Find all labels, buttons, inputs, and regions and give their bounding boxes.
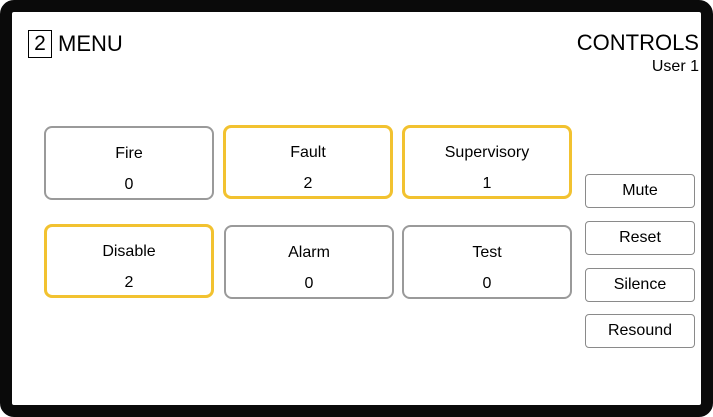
tile-disable[interactable]: Disable 2 xyxy=(44,224,214,298)
silence-button[interactable]: Silence xyxy=(585,268,695,302)
tile-label: Test xyxy=(472,244,502,261)
tile-count: 0 xyxy=(482,275,492,292)
tile-fire[interactable]: Fire 0 xyxy=(44,126,214,200)
tile-count: 2 xyxy=(303,175,313,192)
menu-number-button[interactable]: 2 xyxy=(28,30,52,58)
tile-label: Disable xyxy=(102,243,156,260)
tile-label: Fault xyxy=(290,144,326,161)
tile-count: 2 xyxy=(124,274,134,291)
menu-header: 2 MENU xyxy=(28,30,123,58)
tile-label: Fire xyxy=(115,145,143,162)
panel-bezel: 2 MENU CONTROLS User 1 Fire 0 Fault 2 Su… xyxy=(0,0,713,417)
tile-count: 0 xyxy=(124,176,134,193)
tile-count: 0 xyxy=(304,275,314,292)
tile-fault[interactable]: Fault 2 xyxy=(223,125,393,199)
user-label: User 1 xyxy=(651,58,699,75)
resound-button[interactable]: Resound xyxy=(585,314,695,348)
tile-supervisory[interactable]: Supervisory 1 xyxy=(402,125,572,199)
menu-label[interactable]: MENU xyxy=(58,31,123,57)
tile-label: Supervisory xyxy=(444,144,530,161)
mute-button[interactable]: Mute xyxy=(585,174,695,208)
tile-alarm[interactable]: Alarm 0 xyxy=(224,225,394,299)
reset-button[interactable]: Reset xyxy=(585,221,695,255)
tile-label: Alarm xyxy=(288,244,330,261)
tile-test[interactable]: Test 0 xyxy=(402,225,572,299)
tile-count: 1 xyxy=(482,175,492,192)
screen-header: CONTROLS User 1 xyxy=(577,30,699,77)
page-title: CONTROLS xyxy=(576,30,699,55)
